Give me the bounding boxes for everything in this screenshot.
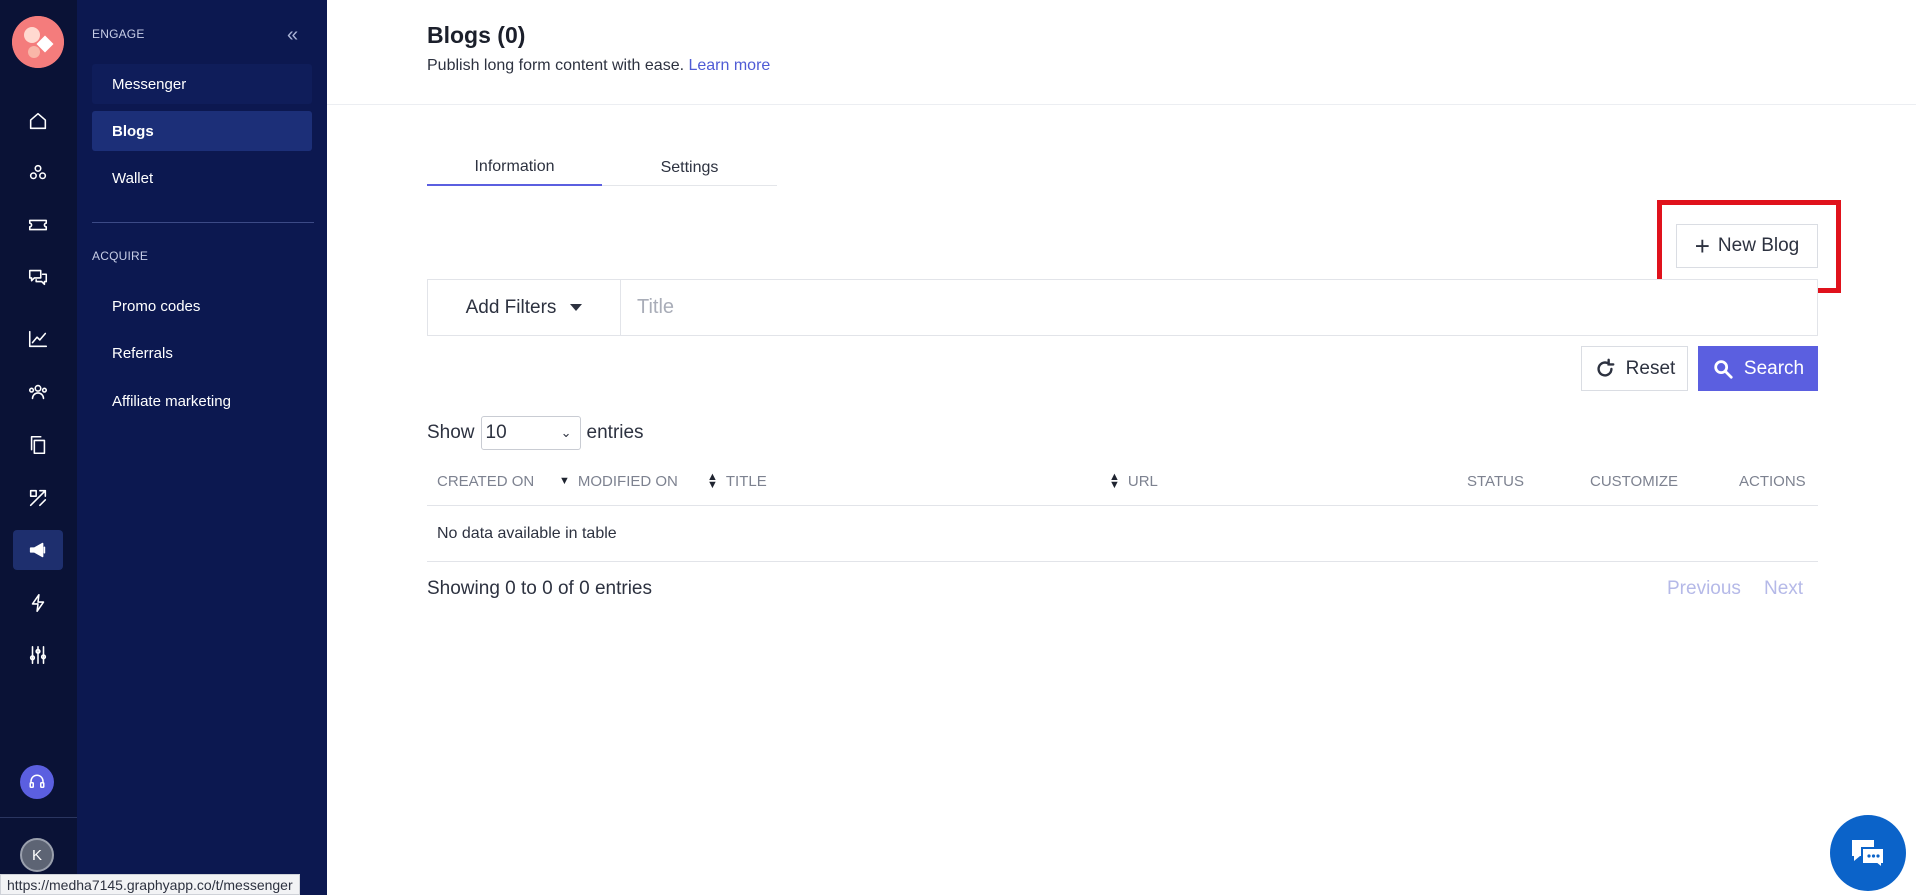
- column-header-customize: CUSTOMIZE: [1590, 472, 1679, 490]
- logo-mark: [12, 16, 64, 68]
- search-button[interactable]: Search: [1698, 346, 1818, 391]
- apps-icon[interactable]: [13, 153, 63, 193]
- url-label: URL: [1127, 472, 1158, 490]
- ticket-icon[interactable]: [13, 205, 63, 245]
- show-label: Show: [427, 422, 475, 443]
- entries-length-control: Show 10 ⌄ entries: [427, 416, 644, 450]
- entries-label: entries: [586, 422, 644, 443]
- sliders-icon[interactable]: [13, 635, 63, 675]
- megaphone-icon[interactable]: [13, 530, 63, 570]
- column-header-created-on[interactable]: CREATED ON: [437, 456, 534, 506]
- page-subtitle: Publish long form content with ease. Lea…: [427, 57, 770, 75]
- table-header: CREATED ON ▼ MODIFIED ON ▲ ▼ TITLE ▲ ▼ URL…: [427, 456, 1818, 506]
- page-title: Blogs (0): [427, 22, 526, 48]
- subnav-item-wallet[interactable]: Wallet: [92, 158, 312, 198]
- subnav-item-affiliate-marketing[interactable]: Affiliate marketing: [92, 381, 312, 421]
- icon-rail: K: [0, 0, 77, 895]
- tab-information[interactable]: Information: [427, 150, 602, 186]
- column-header-modified-on[interactable]: ▼ MODIFIED ON: [559, 456, 678, 506]
- collapse-sidebar-icon[interactable]: «: [287, 24, 298, 47]
- column-header-url[interactable]: ▲ ▼ URL: [1109, 456, 1158, 506]
- subnav-item-messenger[interactable]: Messenger: [92, 64, 312, 104]
- rail-divider: [0, 817, 77, 818]
- previous-page-button[interactable]: Previous: [1667, 578, 1741, 600]
- support-headset-icon[interactable]: [20, 765, 54, 799]
- subnav-item-referrals[interactable]: Referrals: [92, 333, 312, 373]
- bolt-icon[interactable]: [13, 583, 63, 623]
- column-header-title[interactable]: ▲ ▼ TITLE: [707, 456, 767, 506]
- engage-section-label: ENGAGE: [92, 27, 145, 41]
- reset-icon: [1597, 358, 1615, 377]
- user-avatar[interactable]: K: [20, 838, 54, 872]
- header-divider: [327, 104, 1916, 105]
- status-bar-url: https://medha7145.graphyapp.co/t/messeng…: [0, 874, 300, 895]
- sort-icon: ▲ ▼: [707, 471, 718, 491]
- subtitle-text: Publish long form content with ease.: [427, 57, 685, 74]
- filter-bar: Add Filters: [427, 279, 1818, 336]
- engage-subnav: ENGAGE « Messenger Blogs Wallet ACQUIRE …: [77, 0, 327, 895]
- main-content: Blogs (0) Publish long form content with…: [327, 0, 1916, 895]
- reset-button[interactable]: Reset: [1581, 346, 1688, 391]
- search-label: Search: [1743, 357, 1805, 379]
- subnav-item-blogs[interactable]: Blogs: [92, 111, 312, 151]
- entries-page-size-select[interactable]: 10 ⌄: [480, 416, 581, 450]
- add-filters-label: Add Filters: [465, 296, 557, 318]
- acquire-section-label: ACQUIRE: [92, 249, 149, 263]
- chevron-down-icon: ⌄: [560, 425, 572, 440]
- reset-label: Reset: [1625, 357, 1676, 379]
- table-info: Showing 0 to 0 of 0 entries: [427, 578, 652, 599]
- brand-logo[interactable]: [12, 16, 64, 68]
- page-size-value: 10: [485, 422, 507, 443]
- learn-more-link[interactable]: Learn more: [688, 57, 770, 74]
- copy-icon[interactable]: [13, 425, 63, 465]
- title-label: TITLE: [725, 472, 767, 490]
- empty-table-row: No data available in table: [427, 506, 1818, 562]
- home-icon[interactable]: [13, 101, 63, 141]
- add-filters-dropdown[interactable]: Add Filters: [428, 280, 621, 335]
- column-header-status: STATUS: [1467, 472, 1524, 490]
- design-icon[interactable]: [13, 478, 63, 518]
- modified-on-label: MODIFIED ON: [577, 472, 678, 490]
- search-icon: [1714, 359, 1733, 379]
- analytics-icon[interactable]: [13, 319, 63, 359]
- chat-bubble-icon: [1852, 840, 1885, 870]
- tab-bar: Information Settings: [427, 150, 777, 186]
- next-page-button[interactable]: Next: [1764, 578, 1803, 600]
- live-chat-button[interactable]: [1830, 815, 1906, 891]
- title-search-input[interactable]: [621, 280, 1817, 335]
- caret-down-icon: [570, 304, 583, 311]
- subnav-item-promo-codes[interactable]: Promo codes: [92, 286, 312, 326]
- tab-settings[interactable]: Settings: [602, 150, 777, 186]
- chat-icon[interactable]: [13, 257, 63, 297]
- people-icon[interactable]: [13, 372, 63, 412]
- subnav-divider: [92, 222, 314, 223]
- column-header-actions: ACTIONS: [1739, 472, 1806, 490]
- sort-icon: ▲ ▼: [1109, 471, 1120, 491]
- sort-desc-icon: ▼: [559, 475, 570, 487]
